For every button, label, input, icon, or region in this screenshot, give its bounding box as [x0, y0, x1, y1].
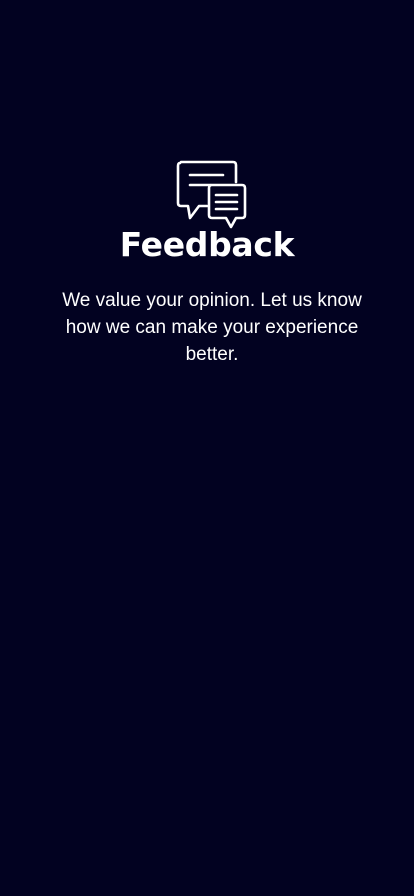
page-title: Feedback: [119, 225, 295, 264]
page-description: We value your opinion. Let us know how w…: [62, 290, 362, 365]
feedback-chat-icon: [176, 158, 248, 230]
feedback-screen: Feedback We value your opinion. Let us k…: [0, 0, 414, 896]
